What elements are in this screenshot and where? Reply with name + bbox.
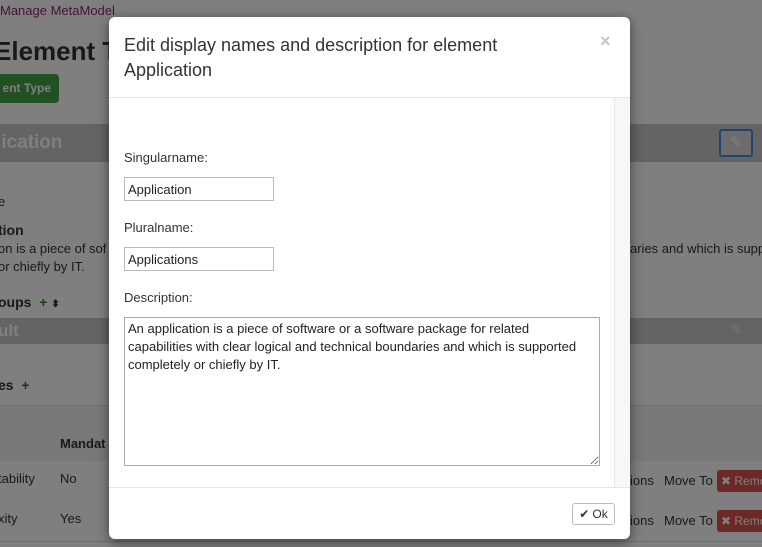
singularname-input[interactable]	[124, 177, 274, 201]
modal-footer: ✔ Ok	[109, 487, 630, 539]
modal-header: Edit display names and description for e…	[109, 17, 630, 98]
ok-button[interactable]: ✔ Ok	[572, 503, 615, 525]
description-label: Description:	[124, 290, 193, 305]
edit-display-names-dialog: Edit display names and description for e…	[109, 17, 630, 539]
check-icon: ✔	[579, 507, 590, 521]
description-textarea[interactable]: An application is a piece of software or…	[124, 317, 600, 466]
pluralname-input[interactable]	[124, 247, 274, 271]
modal-body: Singularname: Pluralname: Description: A…	[109, 98, 614, 486]
modal-body-scrollbar[interactable]	[614, 98, 630, 487]
ok-label: Ok	[592, 507, 608, 521]
modal-title: Edit display names and description for e…	[124, 35, 498, 80]
close-icon[interactable]: ×	[600, 31, 611, 52]
pluralname-label: Pluralname:	[124, 220, 194, 235]
singularname-label: Singularname:	[124, 150, 208, 165]
